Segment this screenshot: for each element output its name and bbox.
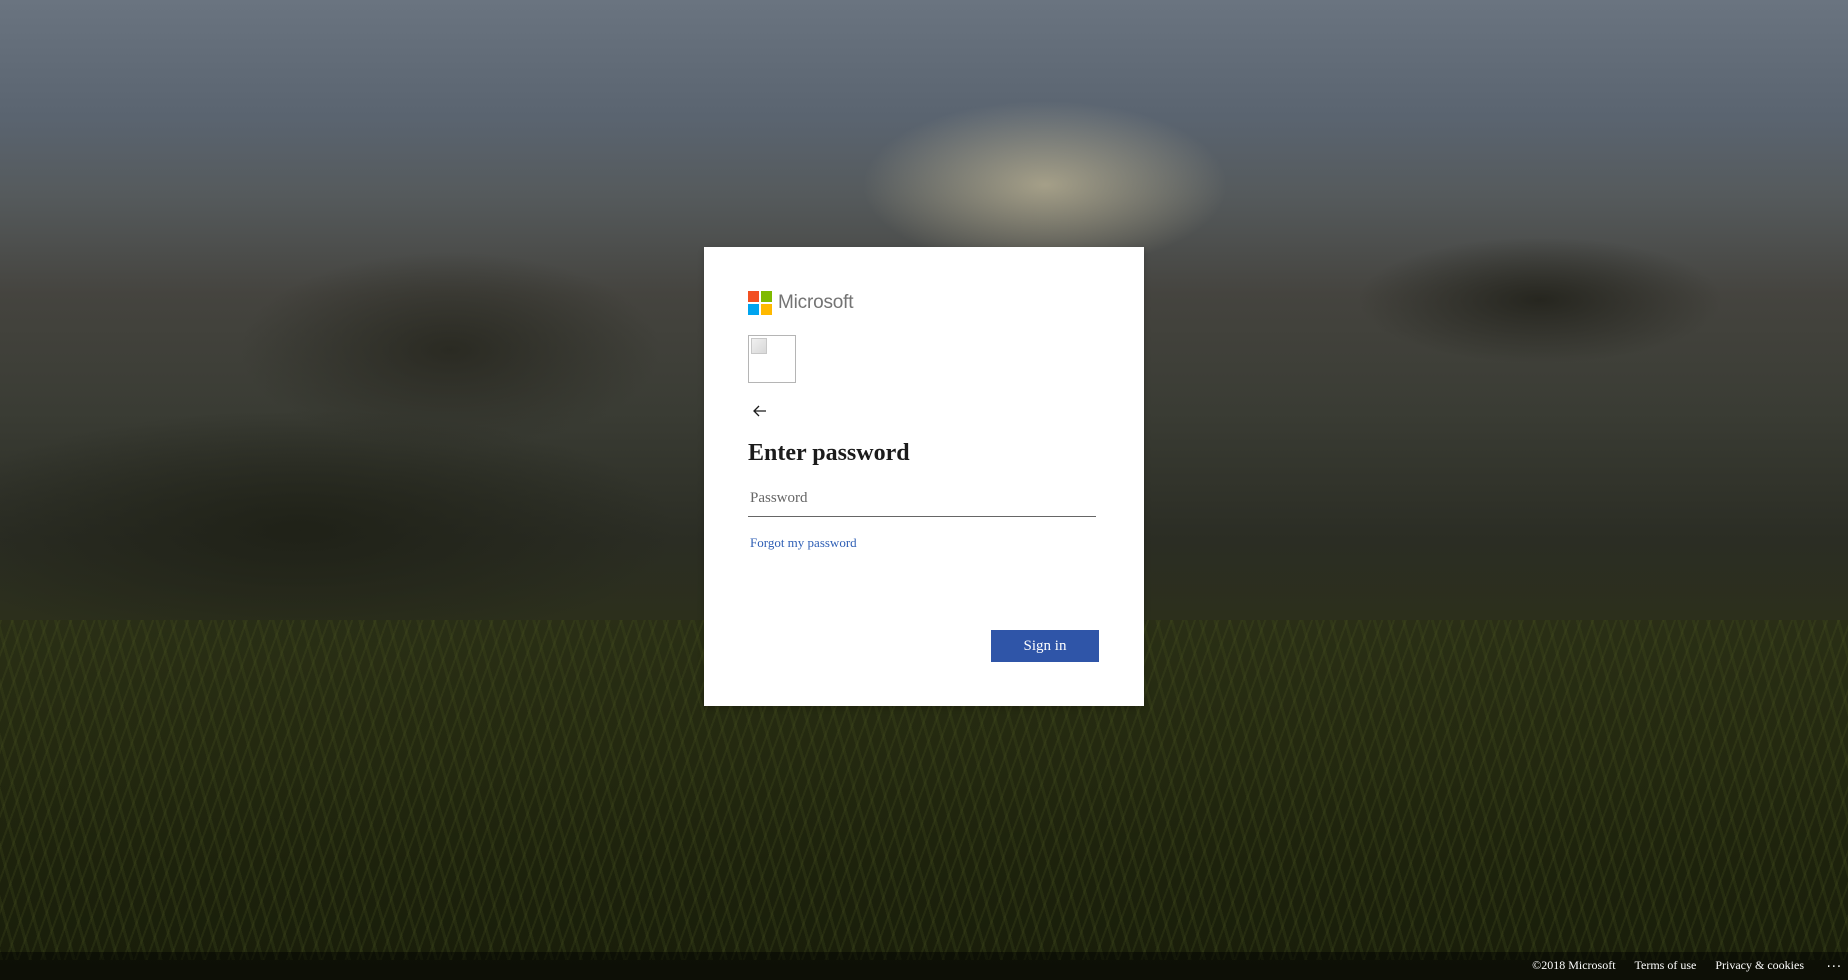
footer-privacy-link[interactable]: Privacy & cookies [1715,958,1804,973]
microsoft-logo-icon [748,291,772,315]
page-title: Enter password [748,440,910,466]
microsoft-logo: Microsoft [748,291,853,315]
password-input[interactable] [748,481,1096,517]
forgot-password-link[interactable]: Forgot my password [750,535,857,551]
broken-image-icon [748,335,796,383]
back-arrow-icon[interactable] [750,401,770,421]
footer-copyright: ©2018 Microsoft [1532,958,1616,972]
sign-in-button[interactable]: Sign in [991,630,1099,662]
more-options-icon[interactable]: ... [1827,956,1842,971]
sign-in-card: Microsoft Enter password Forgot my passw… [704,247,1144,706]
footer: ©2018 Microsoft Terms of use Privacy & c… [0,952,1848,980]
footer-terms-link[interactable]: Terms of use [1635,958,1697,973]
microsoft-logo-text: Microsoft [778,292,854,313]
